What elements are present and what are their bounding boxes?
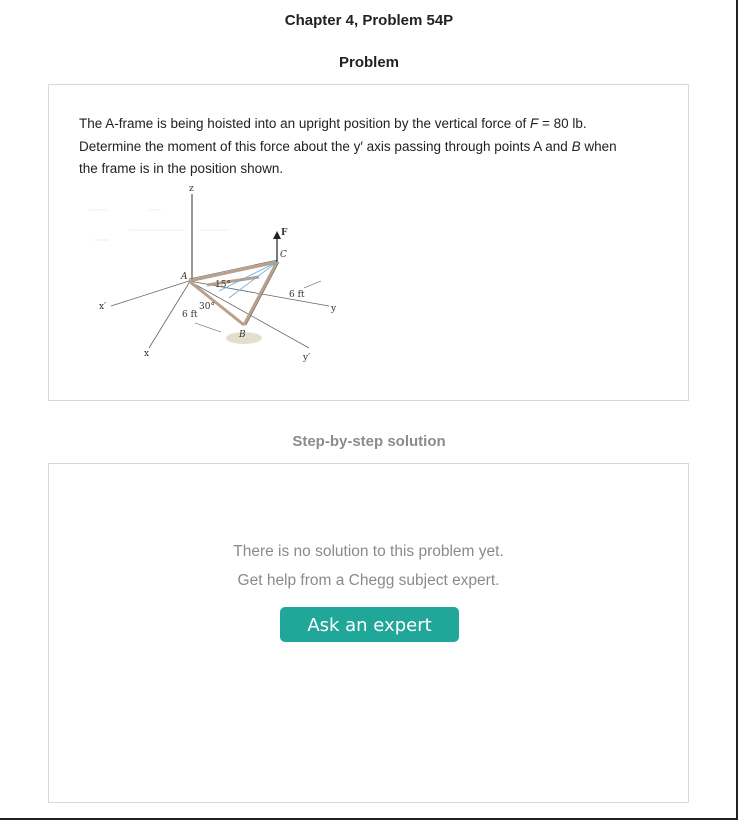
dim-arrow-right	[303, 280, 322, 289]
problem-statement: The A-frame is being hoisted into an upr…	[79, 113, 659, 181]
problem-text-line1a: The A-frame is being hoisted into an upr…	[79, 116, 530, 131]
force-variable: F	[530, 116, 539, 131]
problem-text-line1b: = 80 lb.	[538, 116, 587, 131]
solution-heading: Step-by-step solution	[292, 433, 446, 450]
label-yprime: y′	[302, 353, 310, 363]
label-x: x	[144, 349, 149, 359]
label-z: z	[189, 185, 194, 194]
problem-text-line2b: when	[580, 138, 617, 154]
get-help-message: Get help from a Chegg subject expert.	[237, 572, 500, 589]
solution-card: There is no solution to this problem yet…	[48, 463, 689, 803]
problem-text-line3: the frame is in the position shown.	[79, 161, 284, 176]
problem-card: The A-frame is being hoisted into an upr…	[48, 84, 689, 401]
point-b-variable: B	[571, 138, 581, 154]
label-F: F	[281, 228, 288, 238]
dim-arrow-left	[194, 322, 222, 333]
label-A: A	[180, 272, 188, 282]
dim-6ft-left: 6 ft	[182, 310, 198, 320]
ask-an-expert-button[interactable]: Ask an expert	[280, 607, 459, 642]
label-y: y	[330, 304, 337, 314]
angle-15: 15°	[215, 280, 231, 290]
problem-heading: Problem	[338, 54, 399, 71]
label-C: C	[280, 250, 287, 260]
force-arrowhead-icon	[273, 231, 281, 239]
figure-faint-marks	[89, 209, 229, 241]
problem-text-line2a: Determine the moment of this force about…	[79, 138, 572, 154]
label-B: B	[238, 330, 246, 340]
no-solution-message: There is no solution to this problem yet…	[233, 543, 504, 560]
angle-30: 30°	[199, 302, 215, 312]
chapter-title: Chapter 4, Problem 54P	[284, 12, 454, 29]
a-frame-figure: z x′ x y y′ F C A B 15° 30° 6 ft 6 ft	[89, 185, 337, 363]
label-xprime: x′	[99, 302, 106, 312]
dim-6ft-right: 6 ft	[289, 290, 305, 300]
